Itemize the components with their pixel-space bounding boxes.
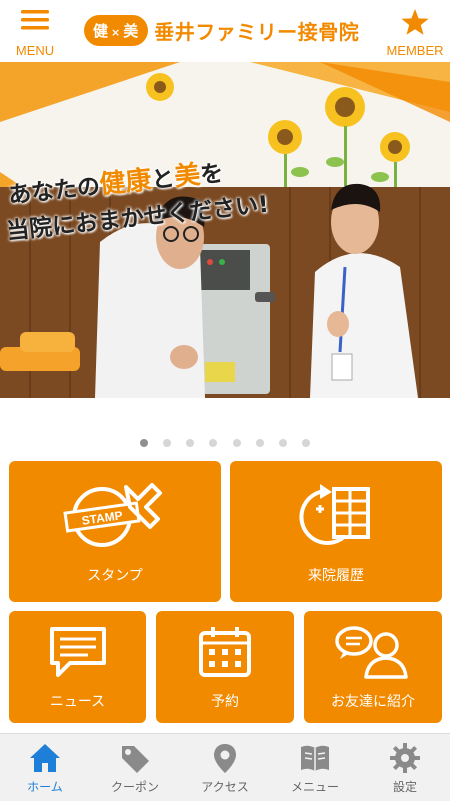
home-icon	[30, 744, 60, 772]
tab-settings[interactable]: 設定	[360, 734, 450, 801]
reservation-tile-button[interactable]: 予約	[156, 611, 294, 723]
tab-access[interactable]: アクセス	[180, 734, 270, 801]
book-icon	[301, 745, 329, 771]
carousel-dot[interactable]	[255, 439, 264, 447]
tab-menu[interactable]: メニュー	[270, 734, 360, 801]
refer-friend-label: お友達に紹介	[331, 694, 415, 710]
reservation-label: 予約	[211, 694, 239, 710]
news-icon	[49, 627, 106, 677]
tag-icon	[122, 746, 149, 773]
stamp-icon: STAMP	[63, 483, 162, 547]
visit-history-tile-button[interactable]: 来院履歴	[230, 461, 442, 602]
logo-badge: 健 × 美	[84, 14, 149, 46]
stamp-label: スタンプ	[87, 568, 143, 584]
carousel-dot[interactable]	[301, 439, 310, 447]
clinic-name: 垂井ファミリー接骨院	[154, 19, 360, 44]
logo-badge-x: ×	[111, 25, 122, 39]
tab-coupon-label: クーポン	[110, 780, 159, 794]
app-header: MENU 健 × 美 垂井ファミリー接骨院 MEMBER	[0, 0, 450, 62]
hero-banner[interactable]: あなたの健康と美を 当院におまかせください!	[0, 62, 450, 398]
hero-accent-bi: 美	[172, 159, 202, 193]
news-tile-button[interactable]: ニュース	[9, 611, 146, 723]
calendar-icon	[199, 627, 251, 677]
gear-icon	[390, 743, 420, 773]
stamp-tile-button[interactable]: STAMP スタンプ	[9, 461, 221, 602]
hero-accent-kenkou: 健康	[98, 165, 154, 201]
carousel-dot[interactable]	[186, 439, 195, 447]
menu-button[interactable]: MENU	[0, 6, 70, 60]
tab-home-label: ホーム	[27, 780, 63, 794]
logo-badge-right: 美	[123, 21, 140, 40]
tab-access-label: アクセス	[201, 780, 249, 794]
treatment-machine	[195, 244, 275, 394]
carousel-dot[interactable]	[163, 439, 172, 447]
tab-menu-label: メニュー	[290, 780, 339, 794]
star-icon	[401, 9, 429, 35]
refer-friend-tile-button[interactable]: お友達に紹介	[304, 611, 442, 723]
visit-history-label: 来院履歴	[308, 568, 364, 584]
bottom-tab-bar: ホーム クーポン アクセス メニュー 設定	[0, 733, 450, 801]
hero-text-part: と	[150, 165, 176, 194]
tab-coupon[interactable]: クーポン	[90, 734, 180, 801]
carousel-pagination	[0, 432, 450, 447]
history-icon	[299, 484, 370, 545]
logo-badge-left: 健	[93, 21, 110, 40]
tab-home[interactable]: ホーム	[0, 734, 90, 801]
member-label: MEMBER	[386, 43, 444, 58]
carousel-dot[interactable]	[209, 439, 218, 447]
member-button[interactable]: MEMBER	[380, 6, 450, 60]
hamburger-icon	[21, 10, 49, 30]
carousel-dot[interactable]	[232, 439, 241, 447]
map-pin-icon	[214, 744, 236, 773]
menu-label: MENU	[15, 43, 55, 58]
carousel-dot[interactable]	[278, 439, 287, 447]
clinic-logo: 健 × 美 垂井ファミリー接骨院	[84, 10, 359, 50]
tab-settings-label: 設定	[392, 780, 417, 794]
refer-friend-icon	[335, 626, 408, 679]
hero-text-part: を	[199, 160, 225, 189]
news-label: ニュース	[49, 694, 106, 710]
carousel-dot[interactable]	[140, 439, 149, 447]
